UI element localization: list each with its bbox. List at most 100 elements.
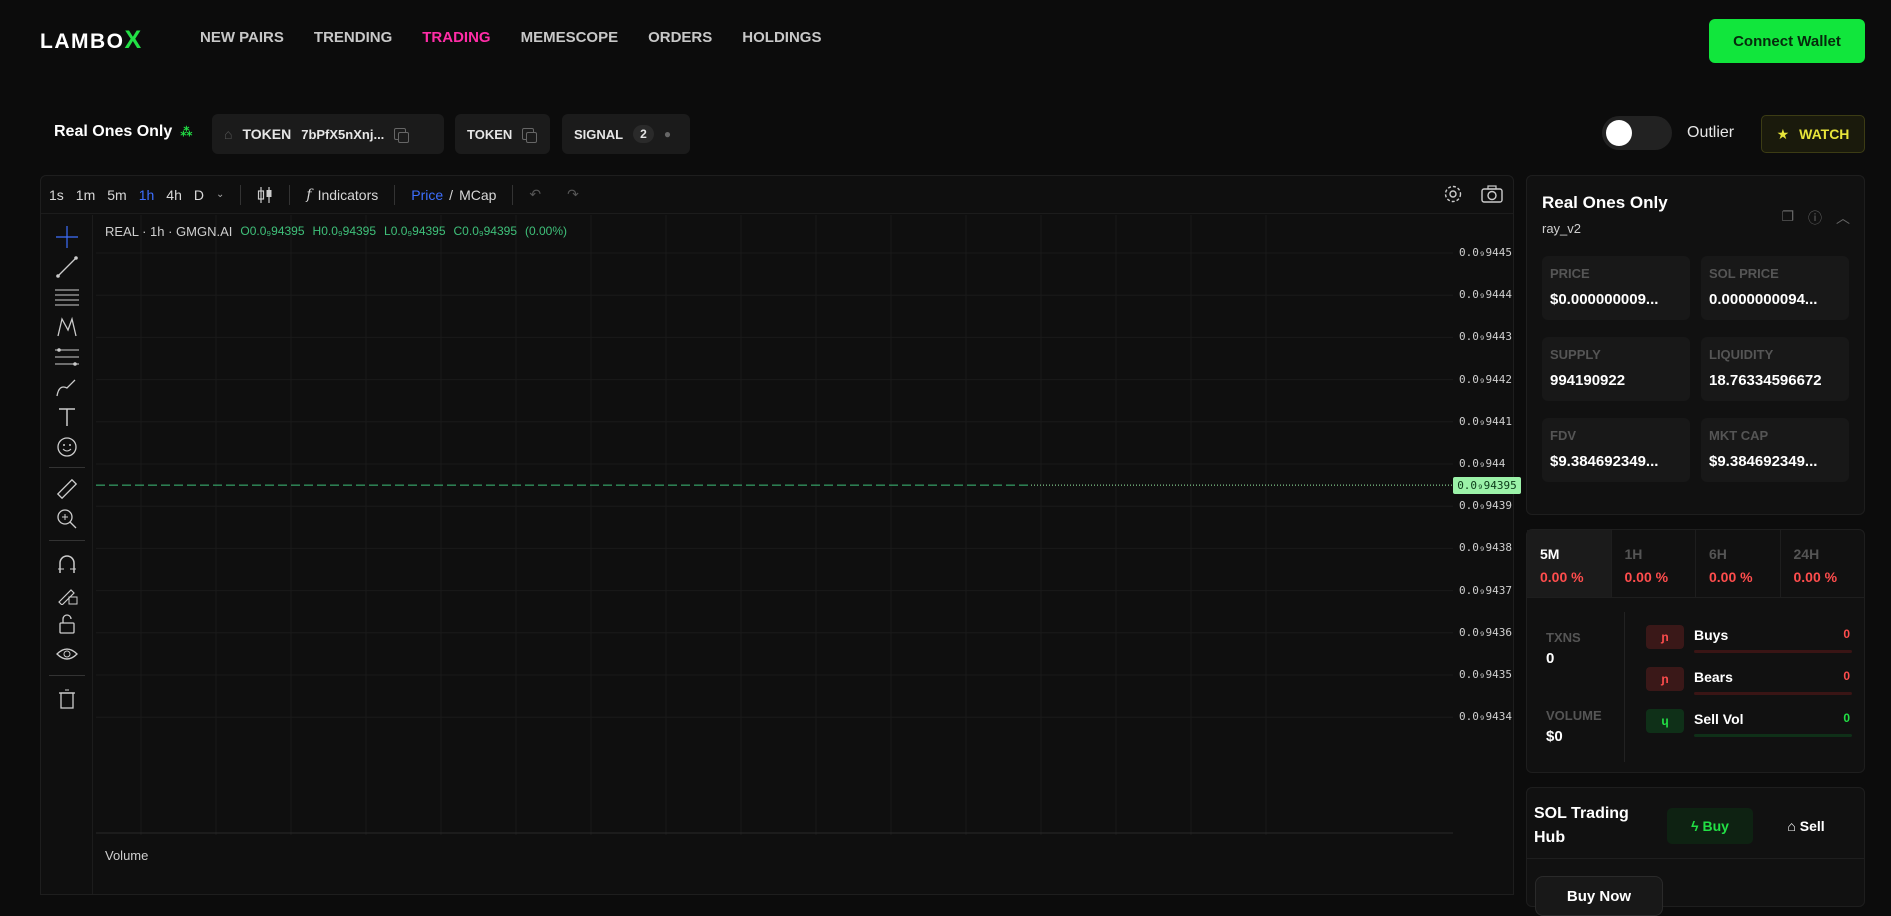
sell-tab-button[interactable]: ⌂ Sell bbox=[1763, 808, 1849, 844]
price-tick-label: 0.0₉9441 bbox=[1459, 414, 1512, 428]
main-nav: NEW PAIRS TRENDING TRADING MEMESCOPE ORD… bbox=[200, 29, 821, 46]
tab-label: 24H bbox=[1793, 546, 1820, 562]
brand-logo[interactable]: LAMBOX bbox=[40, 26, 143, 55]
ohlc-low: L0.0₉94395 bbox=[384, 224, 446, 238]
sell-vol-value: 0 bbox=[1843, 711, 1850, 725]
star-icon: ★ bbox=[1776, 125, 1790, 142]
outlier-label: Outlier bbox=[1687, 124, 1735, 141]
nav-memescope[interactable]: MEMESCOPE bbox=[521, 29, 619, 46]
token-stats-card: Real Ones Only ray_v2 ❐ ⓘ ︿ PRICE $0.0000… bbox=[1526, 175, 1865, 515]
bears-label: Bears bbox=[1694, 669, 1733, 685]
horizontal-lines-icon[interactable] bbox=[53, 283, 81, 311]
mcap-option[interactable]: MCap bbox=[459, 187, 496, 203]
token-name: Real Ones Only bbox=[54, 123, 173, 140]
camera-icon[interactable] bbox=[1481, 184, 1503, 207]
text-tool-icon[interactable] bbox=[53, 403, 81, 431]
buy-now-button[interactable]: Buy Now bbox=[1535, 876, 1663, 916]
trash-icon[interactable] bbox=[53, 685, 81, 713]
redo-icon[interactable]: ↷ bbox=[561, 186, 585, 203]
card-actions: ❐ ⓘ ︿ bbox=[1781, 208, 1850, 228]
signal-chip[interactable]: SIGNAL 2 ● bbox=[562, 114, 690, 154]
zoom-in-icon[interactable] bbox=[53, 505, 81, 533]
unlock-icon[interactable] bbox=[53, 610, 81, 638]
price-mcap-slash: / bbox=[449, 186, 454, 203]
chevron-up-icon[interactable]: ︿ bbox=[1836, 208, 1850, 228]
timeframe-4h[interactable]: 4h bbox=[160, 187, 188, 203]
chevron-down-icon[interactable]: ⌄ bbox=[210, 189, 230, 200]
sell-vol-label: Sell Vol bbox=[1694, 711, 1744, 727]
emoji-icon[interactable] bbox=[53, 433, 81, 461]
outlier-toggle[interactable] bbox=[1602, 116, 1672, 150]
nav-holdings[interactable]: HOLDINGS bbox=[742, 29, 821, 46]
tab-24h[interactable]: 24H 0.00 % bbox=[1781, 530, 1865, 597]
tab-label: 5M bbox=[1540, 546, 1560, 562]
chart-plot-area[interactable] bbox=[96, 215, 1453, 835]
bears-icon: ɲ bbox=[1646, 667, 1684, 691]
indicators-label: Indicators bbox=[317, 186, 379, 203]
fib-retracement-icon[interactable] bbox=[53, 343, 81, 371]
timeframe-1h[interactable]: 1h bbox=[133, 187, 161, 203]
buys-bar bbox=[1694, 650, 1852, 653]
txns-label: TXNS bbox=[1546, 630, 1581, 645]
toolbar-divider bbox=[512, 184, 514, 205]
lock-drawing-icon[interactable] bbox=[53, 580, 81, 608]
timeframe-1m[interactable]: 1m bbox=[70, 187, 101, 203]
lightning-icon: ϟ bbox=[1691, 818, 1699, 834]
tab-5m[interactable]: 5M 0.00 % bbox=[1527, 530, 1612, 597]
nav-new-pairs[interactable]: NEW PAIRS bbox=[200, 29, 284, 46]
volume-pane-label: Volume bbox=[105, 848, 149, 863]
toolbar-divider bbox=[289, 184, 291, 205]
eye-icon[interactable] bbox=[53, 640, 81, 668]
ruler-icon[interactable] bbox=[53, 475, 81, 503]
token-info-bar: Real Ones Only ⁂ ⌂ TOKEN 7bPfX5nXnj... T… bbox=[0, 110, 1891, 155]
token-chip2-label: TOKEN bbox=[467, 126, 513, 142]
indicators-button[interactable]: f Indicators bbox=[300, 187, 384, 203]
token-chip-2[interactable]: TOKEN bbox=[455, 114, 550, 154]
stat-supply: SUPPLY 994190922 bbox=[1542, 337, 1690, 401]
hub-title: SOL Trading Hub bbox=[1534, 805, 1629, 846]
nav-trending[interactable]: TRENDING bbox=[314, 29, 392, 46]
undo-icon[interactable]: ↶ bbox=[523, 186, 547, 203]
token-address-chip[interactable]: ⌂ TOKEN 7bPfX5nXnj... bbox=[212, 114, 444, 154]
tab-6h[interactable]: 6H 0.00 % bbox=[1696, 530, 1781, 597]
brush-icon[interactable] bbox=[53, 373, 81, 401]
price-mcap-toggle[interactable]: Price / MCap bbox=[405, 187, 502, 203]
connect-wallet-button[interactable]: Connect Wallet bbox=[1709, 19, 1865, 63]
stat-value: $9.384692349... bbox=[1550, 453, 1659, 470]
pattern-icon[interactable] bbox=[53, 313, 81, 341]
gear-icon[interactable] bbox=[1443, 184, 1463, 207]
timeframe-1s[interactable]: 1s bbox=[43, 187, 70, 203]
ohlc-close: C0.0₉94395 bbox=[453, 224, 517, 238]
watch-button[interactable]: ★ WATCH bbox=[1761, 115, 1865, 153]
stat-fdv: FDV $9.384692349... bbox=[1542, 418, 1690, 482]
nav-trading[interactable]: TRADING bbox=[422, 29, 490, 46]
info-icon[interactable]: ⓘ bbox=[1808, 208, 1822, 228]
buy-label: Buy bbox=[1702, 818, 1729, 834]
candlestick-icon[interactable] bbox=[251, 186, 279, 204]
magnet-icon[interactable] bbox=[53, 550, 81, 578]
logo-text: LAMBO bbox=[40, 30, 125, 53]
token-card-subtitle: ray_v2 bbox=[1542, 221, 1582, 236]
tab-1h[interactable]: 1H 0.00 % bbox=[1612, 530, 1696, 597]
buys-label: Buys bbox=[1694, 627, 1729, 643]
card-divider bbox=[1624, 612, 1625, 762]
trading-hub-card: SOL Trading Hub ϟ Buy ⌂ Sell Buy Now bbox=[1526, 787, 1865, 916]
timeframe-5m[interactable]: 5m bbox=[101, 187, 132, 203]
buys-icon: ɲ bbox=[1646, 625, 1684, 649]
logo-x: X bbox=[124, 26, 143, 54]
price-tick-label: 0.0₉9437 bbox=[1459, 583, 1512, 597]
copy-icon[interactable] bbox=[522, 128, 538, 143]
copy-icon[interactable] bbox=[394, 128, 410, 143]
price-axis[interactable]: 0.0₉9445 0.0₉9444 0.0₉9443 0.0₉9442 0.0₉9441… bbox=[1451, 215, 1521, 835]
tab-change: 0.00 % bbox=[1624, 569, 1669, 585]
trend-line-icon[interactable] bbox=[53, 253, 81, 281]
timeframe-d[interactable]: D bbox=[188, 187, 210, 203]
stat-value: $0.000000009... bbox=[1550, 291, 1659, 308]
price-option[interactable]: Price bbox=[411, 187, 443, 203]
toolbar-right bbox=[1443, 184, 1503, 207]
nav-orders[interactable]: ORDERS bbox=[648, 29, 712, 46]
buy-tab-button[interactable]: ϟ Buy bbox=[1667, 808, 1753, 844]
crosshair-icon[interactable] bbox=[53, 223, 81, 251]
copy-icon[interactable]: ❐ bbox=[1781, 208, 1794, 228]
stat-label: LIQUIDITY bbox=[1709, 347, 1774, 362]
